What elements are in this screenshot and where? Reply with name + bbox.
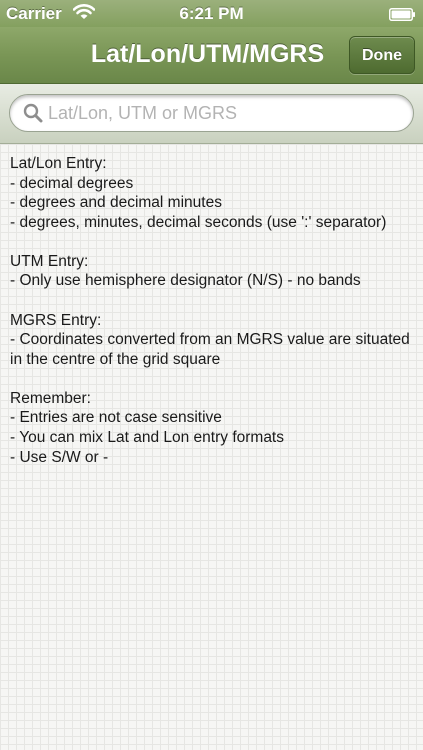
latlon-help-line: - degrees, minutes, decimal seconds (use… xyxy=(10,213,387,231)
remember-help-line: - Entries are not case sensitive xyxy=(10,409,222,427)
utm-help-section: UTM Entry: - Only use hemisphere designa… xyxy=(10,252,413,291)
remember-help-section: Remember: - Entries are not case sensiti… xyxy=(10,389,413,467)
utm-help-heading: UTM Entry: xyxy=(10,252,89,270)
search-field[interactable] xyxy=(9,94,414,132)
mgrs-help-line: - Coordinates converted from an MGRS val… xyxy=(10,331,410,368)
battery-icon xyxy=(389,6,416,21)
help-text-area: Lat/Lon Entry: - decimal degrees - degre… xyxy=(0,144,423,750)
done-button[interactable]: Done xyxy=(349,36,415,74)
remember-help-line: - Use S/W or - xyxy=(10,448,109,466)
navigation-bar: Lat/Lon/UTM/MGRS Done xyxy=(0,27,423,84)
mgrs-help-section: MGRS Entry: - Coordinates converted from… xyxy=(10,311,413,370)
latlon-help-section: Lat/Lon Entry: - decimal degrees - degre… xyxy=(10,154,413,232)
status-bar: Carrier 6:21 PM xyxy=(0,0,423,27)
latlon-help-line: - decimal degrees xyxy=(10,174,134,192)
search-bar xyxy=(0,84,423,144)
page-title: Lat/Lon/UTM/MGRS xyxy=(90,40,325,68)
mgrs-help-heading: MGRS Entry: xyxy=(10,311,102,329)
remember-help-line: - You can mix Lat and Lon entry formats xyxy=(10,429,284,447)
search-input[interactable] xyxy=(48,95,403,131)
latlon-help-heading: Lat/Lon Entry: xyxy=(10,155,107,172)
status-time: 6:21 PM xyxy=(179,4,244,23)
search-icon xyxy=(23,103,43,123)
utm-help-line: - Only use hemisphere designator (N/S) -… xyxy=(10,272,361,290)
latlon-help-line: - degrees and decimal minutes xyxy=(10,194,222,212)
remember-help-heading: Remember: xyxy=(10,389,91,407)
